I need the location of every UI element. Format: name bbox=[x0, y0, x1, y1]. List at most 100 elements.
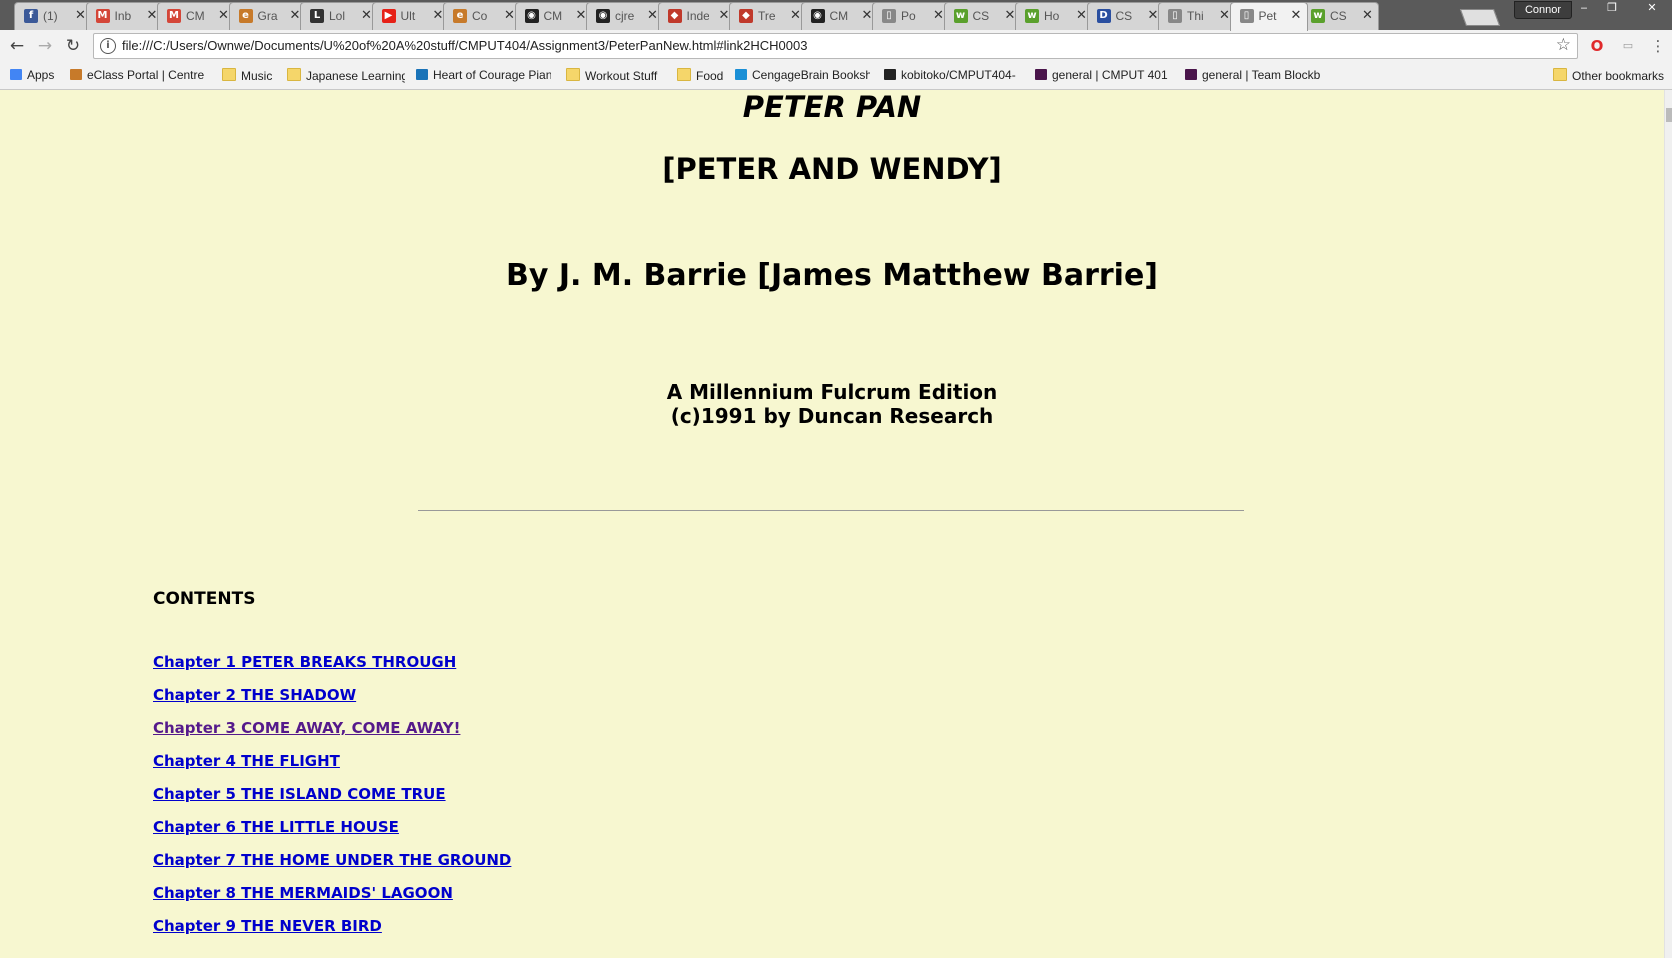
close-tab-icon[interactable]: ✕ bbox=[147, 8, 158, 23]
close-tab-icon[interactable]: ✕ bbox=[504, 8, 515, 23]
bookmark-item[interactable]: Food bbox=[677, 68, 727, 84]
bookmarks-bar: Apps eClass Portal | Centre Music Japanese … bbox=[0, 63, 1672, 90]
close-tab-icon[interactable]: ✕ bbox=[75, 8, 86, 23]
browser-tab[interactable]: w Ho ✕ bbox=[1015, 2, 1093, 30]
chapter-link[interactable]: Chapter 4 THE FLIGHT bbox=[153, 752, 340, 770]
slack-icon bbox=[1035, 69, 1047, 80]
bookmark-item[interactable]: kobitoko/CMPUT404- bbox=[884, 68, 1024, 84]
chapter-link[interactable]: Chapter 8 THE MERMAIDS' LAGOON bbox=[153, 884, 453, 902]
close-tab-icon[interactable]: ✕ bbox=[576, 8, 587, 23]
tab-label: Tre bbox=[758, 9, 776, 23]
close-window-button[interactable]: ✕ bbox=[1640, 1, 1664, 17]
other-bookmarks[interactable]: Other bookmarks bbox=[1553, 68, 1668, 84]
menu-icon[interactable]: ⋮ bbox=[1648, 36, 1668, 56]
browser-tab[interactable]: L Lol ✕ bbox=[300, 2, 378, 30]
tab-label: Inde bbox=[686, 9, 709, 23]
browser-tab[interactable]: f (1) ✕ bbox=[14, 2, 92, 30]
close-tab-icon[interactable]: ✕ bbox=[218, 8, 229, 23]
close-tab-icon[interactable]: ✕ bbox=[1219, 8, 1230, 23]
chapter-link[interactable]: Chapter 9 THE NEVER BIRD bbox=[153, 917, 382, 935]
browser-tab[interactable]: ◆ Inde ✕ bbox=[657, 2, 736, 30]
url-text[interactable]: file:///C:/Users/Ownwe/Documents/U%20of%… bbox=[122, 38, 807, 53]
eclass-icon: e bbox=[453, 9, 467, 23]
slack-icon bbox=[1185, 69, 1197, 80]
close-tab-icon[interactable]: ✕ bbox=[361, 8, 372, 23]
tab-label: CM bbox=[829, 9, 849, 23]
bookmark-item[interactable]: Music bbox=[222, 68, 280, 84]
profile-button[interactable]: Connor bbox=[1514, 1, 1572, 19]
close-tab-icon[interactable]: ✕ bbox=[290, 8, 301, 23]
browser-tab[interactable]: M CM ✕ bbox=[157, 2, 235, 30]
browser-tab[interactable]: e Co ✕ bbox=[443, 2, 521, 30]
minimize-button[interactable]: ‒ bbox=[1572, 1, 1596, 17]
chapter-link[interactable]: Chapter 3 COME AWAY, COME AWAY! bbox=[153, 719, 460, 737]
address-bar[interactable]: i file:///C:/Users/Ownwe/Documents/U%20o… bbox=[93, 33, 1578, 59]
bookmark-item[interactable]: general | CMPUT 401 bbox=[1035, 68, 1170, 84]
gmail-icon: M bbox=[167, 9, 181, 23]
browser-tab[interactable]: w CS ✕ bbox=[1301, 2, 1379, 30]
browser-tab[interactable]: e Gra ✕ bbox=[228, 2, 307, 30]
browser-tab[interactable]: ▯ Thi ✕ bbox=[1158, 2, 1236, 30]
bookmark-item[interactable]: Apps bbox=[10, 68, 62, 84]
toc-item: Chapter 7 THE HOME UNDER THE GROUND bbox=[153, 851, 511, 884]
close-tab-icon[interactable]: ✕ bbox=[1076, 8, 1087, 23]
info-icon[interactable]: i bbox=[100, 38, 116, 54]
bookmark-item[interactable]: CengageBrain Booksh bbox=[735, 68, 870, 84]
github-icon: ◉ bbox=[596, 9, 610, 23]
bookmark-item[interactable]: general | Team Blockb bbox=[1185, 68, 1325, 84]
folder-icon bbox=[677, 68, 691, 81]
back-button[interactable]: ← bbox=[6, 35, 28, 57]
close-tab-icon[interactable]: ✕ bbox=[933, 8, 944, 23]
bookmark-item[interactable]: Workout Stuff bbox=[566, 68, 666, 84]
forward-button[interactable]: → bbox=[34, 35, 56, 57]
browser-tab[interactable]: ▯ Po ✕ bbox=[872, 2, 950, 30]
browser-tab[interactable]: ◆ Tre ✕ bbox=[729, 2, 807, 30]
eclass-icon: e bbox=[238, 9, 253, 23]
close-tab-icon[interactable]: ✕ bbox=[433, 8, 444, 23]
browser-tab[interactable]: ◉ CM ✕ bbox=[800, 2, 879, 30]
reload-button[interactable]: ↻ bbox=[62, 35, 84, 57]
book-author: By J. M. Barrie [James Matthew Barrie] bbox=[505, 258, 1159, 293]
opera-extension-icon[interactable]: O bbox=[1587, 36, 1607, 56]
bookmark-label: Music bbox=[241, 69, 273, 83]
edition-line: A Millennium Fulcrum Edition bbox=[666, 380, 998, 404]
chapter-link[interactable]: Chapter 6 THE LITTLE HOUSE bbox=[153, 818, 399, 836]
chapter-link[interactable]: Chapter 7 THE HOME UNDER THE GROUND bbox=[153, 851, 511, 869]
browser-tab[interactable]: w CS ✕ bbox=[943, 2, 1022, 30]
scrollbar[interactable] bbox=[1664, 90, 1672, 958]
browser-tab[interactable]: ◉ cjre ✕ bbox=[586, 2, 664, 30]
toolbar: ← → ↻ i file:///C:/Users/Ownwe/Documents… bbox=[0, 30, 1672, 63]
browser-tab[interactable]: M Inb ✕ bbox=[85, 2, 164, 30]
bookmark-label: Workout Stuff bbox=[585, 69, 658, 83]
page-icon: ▯ bbox=[1239, 9, 1254, 23]
scrollbar-thumb[interactable] bbox=[1666, 108, 1672, 122]
bookmark-item[interactable]: Heart of Courage Pian bbox=[416, 68, 551, 84]
bookmark-label: eClass Portal | Centre bbox=[87, 68, 205, 82]
close-tab-icon[interactable]: ✕ bbox=[1148, 8, 1159, 23]
tab-label: CM bbox=[543, 9, 563, 23]
browser-tab[interactable]: ▯ Pet ✕ bbox=[1229, 2, 1308, 31]
browser-tab[interactable]: D CS ✕ bbox=[1086, 2, 1165, 30]
tab-label: CM bbox=[186, 9, 205, 23]
close-tab-icon[interactable]: ✕ bbox=[1005, 8, 1016, 23]
close-tab-icon[interactable]: ✕ bbox=[1291, 8, 1302, 23]
chapter-link[interactable]: Chapter 5 THE ISLAND COME TRUE bbox=[153, 785, 446, 803]
tab-label: CS bbox=[1330, 9, 1347, 23]
close-tab-icon[interactable]: ✕ bbox=[719, 8, 730, 23]
close-tab-icon[interactable]: ✕ bbox=[647, 8, 658, 23]
book-title: PETER PAN bbox=[742, 90, 922, 124]
browser-tab[interactable]: ▶ Ult ✕ bbox=[371, 2, 450, 30]
close-tab-icon[interactable]: ✕ bbox=[790, 8, 801, 23]
new-tab-button[interactable] bbox=[1459, 9, 1501, 26]
chapter-link[interactable]: Chapter 1 PETER BREAKS THROUGH bbox=[153, 653, 456, 671]
close-tab-icon[interactable]: ✕ bbox=[1362, 8, 1373, 23]
maximize-button[interactable]: ❐ bbox=[1600, 1, 1624, 17]
bookmark-item[interactable]: Japanese Learning bbox=[287, 68, 405, 84]
bookmark-item[interactable]: eClass Portal | Centre bbox=[70, 68, 205, 84]
dans-icon: D bbox=[1096, 9, 1111, 23]
chapter-link[interactable]: Chapter 2 THE SHADOW bbox=[153, 686, 356, 704]
close-tab-icon[interactable]: ✕ bbox=[862, 8, 873, 23]
extension-icon[interactable]: ▭ bbox=[1618, 36, 1638, 56]
browser-tab[interactable]: ◉ CM ✕ bbox=[514, 2, 593, 30]
bookmark-star-icon[interactable]: ☆ bbox=[1556, 35, 1571, 55]
